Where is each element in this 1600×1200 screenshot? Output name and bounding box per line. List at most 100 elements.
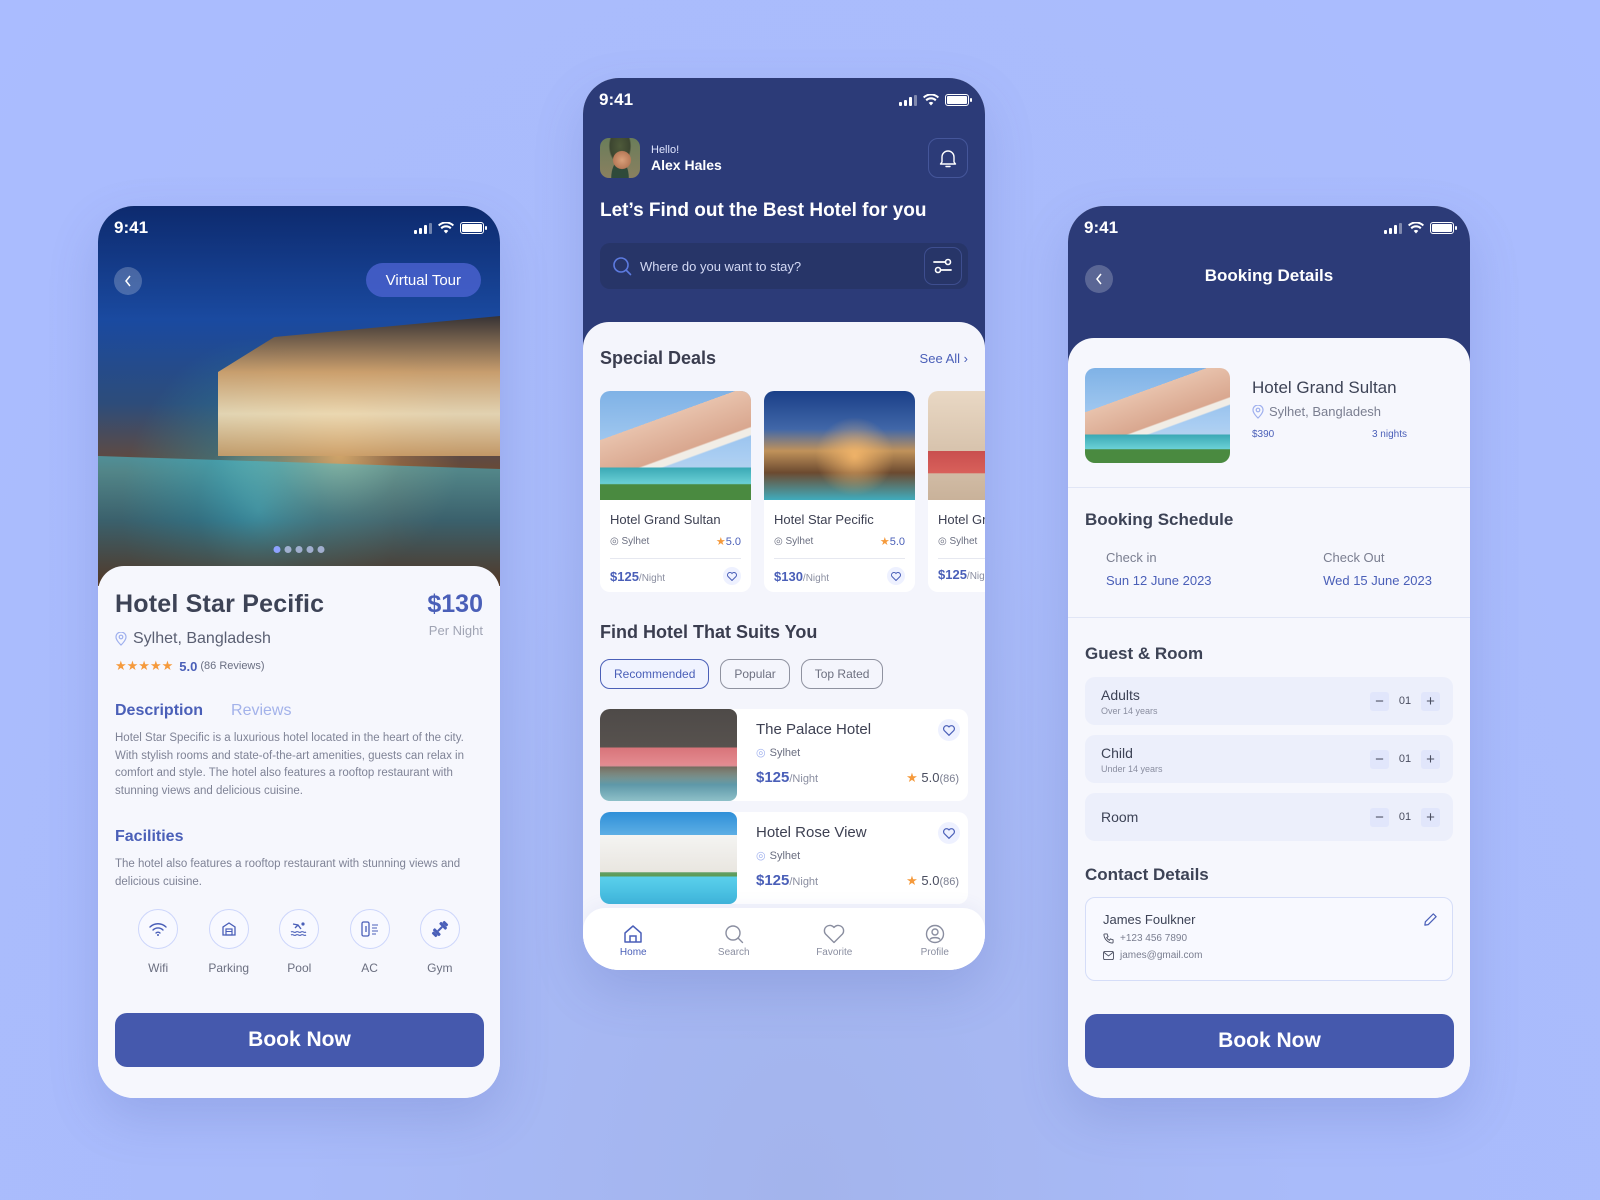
- tab-reviews[interactable]: Reviews: [231, 702, 291, 720]
- chevron-right-icon: ›: [963, 351, 968, 366]
- pool-icon: [290, 922, 307, 936]
- check-in-field[interactable]: Check in Sun 12 June 2023: [1106, 550, 1212, 588]
- contact-email: james@gmail.com: [1103, 950, 1435, 961]
- hotel-image: [1085, 368, 1230, 463]
- chip-popular[interactable]: Popular: [720, 659, 790, 689]
- increment-button[interactable]: +: [1421, 807, 1440, 827]
- location-pin-icon: [115, 632, 127, 646]
- hotel-list-item[interactable]: The Palace Hotel ◎ Sylhet $125/Night ★ 5.…: [600, 709, 968, 801]
- tab-description[interactable]: Description: [115, 702, 203, 720]
- favorite-button[interactable]: [723, 567, 741, 585]
- hotel-list: The Palace Hotel ◎ Sylhet $125/Night ★ 5.…: [583, 709, 985, 904]
- facility-gym[interactable]: Gym: [419, 909, 460, 975]
- filter-chips: Recommended Popular Top Rated: [583, 659, 985, 689]
- contact-phone: +123 456 7890: [1103, 933, 1435, 944]
- total-price: $390: [1252, 429, 1275, 440]
- facility-parking[interactable]: Parking: [208, 909, 249, 975]
- decrement-button[interactable]: −: [1370, 691, 1389, 711]
- search-input[interactable]: [640, 258, 924, 274]
- hotel-price: $125/Night: [756, 769, 819, 786]
- minus-icon: −: [1375, 750, 1384, 768]
- check-out-label: Check Out: [1323, 550, 1385, 565]
- nav-profile[interactable]: Profile: [905, 924, 965, 958]
- star-icon: ★: [906, 872, 918, 888]
- check-out-date: Wed 15 June 2023: [1323, 573, 1432, 588]
- facility-pool[interactable]: Pool: [279, 909, 320, 975]
- description-text: Hotel Star Specific is a luxurious hotel…: [115, 732, 464, 797]
- hotel-list-item[interactable]: Hotel Rose View ◎ Sylhet $125/Night ★ 5.0…: [600, 812, 968, 904]
- chip-recommended[interactable]: Recommended: [600, 659, 710, 689]
- minus-icon: −: [1375, 808, 1384, 826]
- location-pin-icon: ◎: [938, 536, 947, 547]
- rating-row: ★★★★★ 5.0 (86 Reviews): [115, 658, 483, 674]
- hotel-detail-screen: 9:41 Virtual Tour Hotel Star Pecific $13…: [98, 206, 500, 1098]
- chip-top-rated[interactable]: Top Rated: [800, 659, 884, 689]
- star-icon: ★: [879, 536, 890, 548]
- virtual-tour-button[interactable]: Virtual Tour: [365, 263, 481, 297]
- increment-button[interactable]: +: [1421, 691, 1440, 711]
- hotel-name: Hotel Star Pecific: [115, 590, 325, 618]
- facility-wifi[interactable]: Wifi: [138, 909, 179, 975]
- decrement-button[interactable]: −: [1370, 749, 1389, 769]
- home-icon: [624, 925, 642, 943]
- see-all-link[interactable]: See All ›: [920, 351, 968, 366]
- book-now-button[interactable]: Book Now: [1085, 1014, 1454, 1068]
- filter-button[interactable]: [924, 247, 962, 285]
- carousel-dot[interactable]: [284, 546, 292, 553]
- carousel-dot[interactable]: [317, 546, 325, 553]
- deal-image: [764, 391, 915, 500]
- guest-type-sublabel: Over 14 years: [1101, 705, 1158, 716]
- nav-search[interactable]: Search: [704, 924, 764, 958]
- rating-value: 5.0: [179, 658, 198, 674]
- signal-icon: [414, 222, 432, 234]
- detail-tabs: Description Reviews: [115, 702, 483, 720]
- back-button[interactable]: [1085, 265, 1113, 293]
- hotel-location: ◎ Sylhet: [756, 849, 801, 863]
- nav-home[interactable]: Home: [603, 924, 663, 958]
- battery-icon: [1430, 222, 1457, 234]
- carousel-dot[interactable]: [306, 546, 314, 553]
- facility-label: AC: [361, 961, 378, 975]
- deal-location: ◎ Sylhet: [938, 536, 978, 547]
- nav-label: Favorite: [816, 947, 853, 958]
- status-bar: 9:41: [583, 78, 985, 122]
- booking-details-screen: 9:41 Booking Details Hotel Grand Sultan …: [1068, 206, 1470, 1098]
- book-now-button[interactable]: Book Now: [115, 1013, 484, 1067]
- deal-rating: ★5.0: [715, 536, 741, 548]
- notifications-button[interactable]: [928, 138, 968, 178]
- booking-schedule: Booking Schedule Check in Sun 12 June 20…: [1068, 488, 1470, 618]
- deal-card[interactable]: Hotel Star Pecific ◎ Sylhet ★5.0 $130/Ni…: [764, 391, 915, 592]
- carousel-dot[interactable]: [273, 546, 281, 553]
- wifi-icon: [149, 923, 167, 936]
- hotel-location: ◎ Sylhet: [756, 746, 801, 760]
- facilities-list: Wifi Parking Pool AC Gym: [115, 909, 483, 975]
- wifi-status-icon: [1408, 222, 1424, 234]
- check-out-field[interactable]: Check Out Wed 15 June 2023: [1323, 550, 1432, 588]
- filter-sliders-icon: [933, 258, 952, 274]
- increment-button[interactable]: +: [1421, 749, 1440, 769]
- see-all-label: See All: [919, 351, 961, 366]
- edit-contact-button[interactable]: [1423, 912, 1438, 932]
- favorite-button[interactable]: [938, 822, 960, 844]
- wifi-status-icon: [438, 222, 454, 234]
- child-stepper: − 01 +: [1370, 749, 1440, 769]
- facility-ac[interactable]: AC: [349, 909, 390, 975]
- status-time: 9:41: [1084, 218, 1119, 237]
- carousel-dot[interactable]: [295, 546, 303, 553]
- decrement-button[interactable]: −: [1370, 807, 1389, 827]
- nav-favorite[interactable]: Favorite: [804, 924, 864, 958]
- deal-card[interactable]: Hotel Grand ◎ Sylhet ★5.0 $125/Night: [928, 391, 985, 592]
- price-unit: Per Night: [428, 623, 483, 638]
- heart-icon: [727, 571, 737, 581]
- avatar[interactable]: [600, 138, 640, 178]
- hotel-rating: ★ 5.0(86): [906, 769, 959, 785]
- stepper-value: 01: [1398, 753, 1412, 765]
- signal-icon: [1384, 222, 1402, 234]
- favorite-button[interactable]: [938, 719, 960, 741]
- plus-icon: +: [1426, 750, 1435, 768]
- favorite-button[interactable]: [887, 567, 905, 585]
- deal-card[interactable]: Hotel Grand Sultan ◎ Sylhet ★5.0 $125/Ni…: [600, 391, 751, 592]
- back-button[interactable]: [114, 267, 142, 295]
- deal-hotel-name: Hotel Star Pecific: [774, 512, 874, 527]
- special-deals-carousel[interactable]: Hotel Grand Sultan ◎ Sylhet ★5.0 $125/Ni…: [583, 391, 985, 592]
